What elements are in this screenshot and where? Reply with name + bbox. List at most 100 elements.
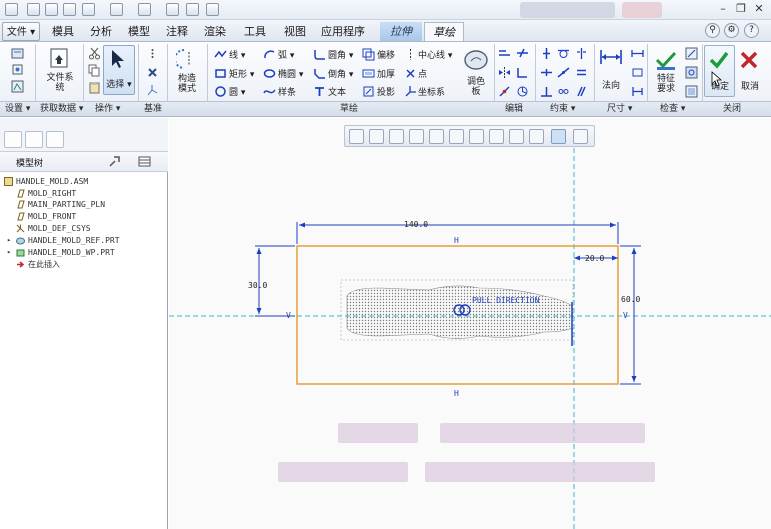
coordinate-system-icon[interactable] [404,85,417,98]
normal-dimension-icon[interactable] [599,48,623,66]
mirror-icon[interactable] [498,66,511,79]
centerline-icon[interactable] [404,48,417,61]
fillet-button[interactable]: 圆角 ▾ [328,48,353,61]
tab-sketch[interactable]: 草绘 [424,22,464,41]
point-icon[interactable] [404,67,417,80]
tab-tools[interactable]: 工具 [240,22,270,41]
tab-extrude[interactable]: 拉伸 [380,22,422,41]
chamfer-button[interactable]: 倒角 ▾ [328,67,353,80]
ellipse-icon[interactable] [263,67,276,80]
tangent-icon[interactable] [557,47,570,60]
undo-icon[interactable] [82,3,95,16]
expand-arrow-icon[interactable]: ▸ [7,248,16,257]
regenerate-icon[interactable] [138,3,151,16]
minimize-icon[interactable]: – [716,2,730,16]
tab-view[interactable]: 视图 [280,22,310,41]
arc-button[interactable]: 弧 ▾ [278,48,294,61]
coincident-icon[interactable] [557,85,570,98]
point-button[interactable]: 点 [418,67,427,80]
windows-icon[interactable] [166,3,179,16]
favorites-tab-icon[interactable] [46,131,64,148]
save-icon[interactable] [63,3,76,16]
customize-toolbar-icon[interactable] [206,3,219,16]
sketch-setup-icon[interactable] [11,47,24,60]
help-icon[interactable]: ? [744,23,759,38]
construction-mode-icon[interactable] [176,48,198,70]
shade-closed-loops-icon[interactable] [685,85,698,98]
highlight-open-ends-icon[interactable] [685,66,698,79]
corner-icon[interactable] [516,66,529,79]
arc-icon[interactable] [263,48,276,61]
thicken-button[interactable]: 加厚 [377,67,395,80]
open-folder-icon[interactable] [45,3,58,16]
line-button[interactable]: 线 ▾ [229,48,245,61]
dimension-left-text[interactable]: 30.0 [248,281,267,290]
tab-mold[interactable]: 模具 [48,22,78,41]
normal-dimension-button[interactable]: 法向 [595,78,627,91]
close-window-icon[interactable] [186,3,199,16]
circle-button[interactable]: 圆 ▾ [229,85,245,98]
group-get-data[interactable]: 获取数据 ▾ [40,103,83,116]
paste-icon[interactable] [88,81,101,94]
palette-icon[interactable] [463,48,489,72]
construction-mode-button[interactable]: 构造 模式 [172,74,202,94]
delete-x-icon[interactable] [146,66,159,79]
tab-applications[interactable]: 应用程序 [318,22,368,41]
dimension-width-text[interactable]: 140.0 [404,220,428,229]
modify-icon[interactable] [498,47,511,60]
text-button[interactable]: 文本 [328,85,346,98]
group-inspect[interactable]: 检查 ▾ [660,103,685,116]
symmetric-icon[interactable] [575,47,588,60]
new-file-icon[interactable] [27,3,40,16]
overlap-geometry-icon[interactable] [685,47,698,60]
divide-icon[interactable] [498,85,511,98]
copy-icon[interactable] [88,64,101,77]
sketch-view-icon[interactable] [11,80,24,93]
file-system-button[interactable]: 文件系统 [44,73,76,93]
palette-button[interactable]: 调色板 [460,77,492,97]
feature-requirements-button[interactable]: 特征 要求 [650,74,682,94]
redo-icon[interactable] [110,3,123,16]
datum-axis-icon[interactable] [146,84,159,97]
equal-icon[interactable] [575,66,588,79]
tree-settings-icon[interactable] [108,155,121,168]
delete-segment-icon[interactable] [516,47,529,60]
midpoint-icon[interactable] [557,66,570,79]
dimension-height-text[interactable]: 60.0 [621,295,640,304]
reference-icon[interactable] [11,63,24,76]
text-icon[interactable] [313,85,326,98]
close-icon[interactable]: ✕ [752,2,766,16]
rotate-resize-icon[interactable] [516,85,529,98]
settings-icon[interactable]: ⚙ [724,23,739,38]
tab-render[interactable]: 渲染 [200,22,230,41]
line-icon[interactable] [214,48,227,61]
ellipse-button[interactable]: 椭圆 ▾ [278,67,303,80]
spline-button[interactable]: 样条 [278,85,296,98]
cancel-x-icon[interactable] [739,50,759,70]
reference-dimension-icon[interactable] [631,66,644,79]
baseline-icon[interactable] [631,85,644,98]
expand-arrow-icon[interactable]: ▸ [7,236,16,245]
horizontal-constraint-icon[interactable] [540,66,553,79]
project-icon[interactable] [362,85,375,98]
group-constrain[interactable]: 约束 ▾ [550,103,575,116]
model-tree-tab-icon[interactable] [4,131,22,148]
rectangle-button[interactable]: 矩形 ▾ [229,67,254,80]
chamfer-icon[interactable] [313,67,326,80]
group-setup[interactable]: 设置 ▾ [5,103,30,116]
cut-icon[interactable] [88,47,101,60]
thicken-icon[interactable] [362,67,375,80]
project-button[interactable]: 投影 [377,85,395,98]
centerline-button[interactable]: 中心线 ▾ [418,48,452,61]
offset-button[interactable]: 偏移 [377,48,395,61]
file-system-icon[interactable] [47,46,71,70]
offset-icon[interactable] [362,48,375,61]
tree-columns-icon[interactable] [138,155,151,168]
group-operations[interactable]: 操作 ▾ [95,103,120,116]
perimeter-icon[interactable] [631,47,644,60]
perpendicular-icon[interactable] [540,85,553,98]
group-dimension[interactable]: 尺寸 ▾ [607,103,632,116]
maximize-icon[interactable]: ❐ [734,2,748,16]
tab-analysis[interactable]: 分析 [86,22,116,41]
parallel-icon[interactable] [575,85,588,98]
